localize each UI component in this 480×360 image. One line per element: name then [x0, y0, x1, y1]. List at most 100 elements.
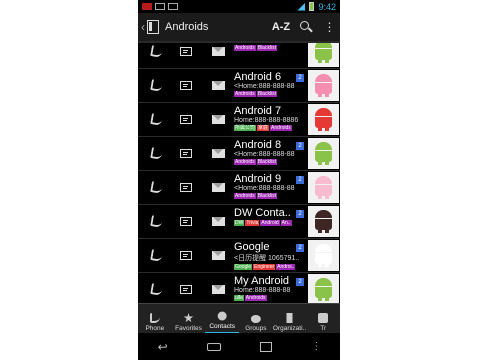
contact-number: <Home:888-888-88: [234, 83, 295, 90]
group-tag: Androids: [270, 125, 292, 131]
tab-bar: Phone Favorites Contacts Groups Organizati..…: [138, 303, 340, 334]
contact-info: Android 7 Home:888-888-8886 所属公司 家庭 Androids: [234, 103, 306, 136]
contact-photo[interactable]: [308, 138, 339, 169]
call-icon: [149, 249, 163, 262]
email-button[interactable]: [204, 69, 232, 102]
sms-button[interactable]: [172, 239, 200, 272]
app-icon[interactable]: [147, 20, 159, 34]
email-button[interactable]: [204, 273, 232, 303]
android-avatar-icon: [315, 43, 332, 64]
home-icon[interactable]: [206, 342, 221, 351]
sms-button[interactable]: [172, 205, 200, 238]
sms-button[interactable]: [172, 273, 200, 303]
email-button[interactable]: [204, 205, 232, 238]
email-icon: [211, 149, 225, 158]
contact-row[interactable]: <Home:888-888-88AndroidsBlacklist: [138, 43, 340, 69]
email-button[interactable]: [204, 171, 232, 204]
tab-groups[interactable]: Groups: [239, 304, 273, 334]
more-icon: [318, 313, 329, 323]
tab-tr[interactable]: Tr: [306, 304, 340, 334]
group-tag: 家庭: [257, 125, 270, 131]
call-button[interactable]: [142, 137, 170, 170]
call-button[interactable]: [142, 43, 170, 68]
signal-icon: [297, 2, 306, 11]
group-icon: [250, 315, 261, 323]
group-tag: Androids: [234, 193, 256, 199]
call-button[interactable]: [142, 205, 170, 238]
android-avatar-icon: [315, 278, 332, 302]
android-avatar-icon: [315, 142, 332, 166]
contact-photo[interactable]: [308, 104, 339, 135]
email-icon: [211, 47, 225, 56]
back-icon[interactable]: ↩: [158, 340, 168, 354]
sms-button[interactable]: [172, 171, 200, 204]
contact-photo[interactable]: [308, 43, 339, 67]
call-button[interactable]: [142, 239, 170, 272]
sms-icon: [180, 217, 192, 226]
contact-info: Google <日历提醒 1065791.. Google Engineer Andro…: [234, 239, 306, 272]
contact-tags: Androids Blacklist: [234, 45, 306, 51]
email-button[interactable]: [204, 239, 232, 272]
contact-photo[interactable]: [308, 70, 339, 101]
group-tag: Androids: [234, 159, 256, 165]
contact-photo[interactable]: [308, 172, 339, 203]
group-tag: Androids: [244, 295, 267, 301]
search-icon[interactable]: [294, 15, 318, 39]
action-bar: ‹ Androids A-Z ⋮: [138, 13, 340, 43]
tab-organizati[interactable]: Organizati..: [273, 304, 307, 334]
group-tag: Trivia: [245, 220, 260, 226]
sms-icon: [180, 81, 192, 90]
contact-number: <Home:888-888-88: [234, 43, 306, 44]
contact-row[interactable]: My Android Home:888-888-88 ulla Androids 2: [138, 273, 340, 303]
email-button[interactable]: [204, 137, 232, 170]
contact-row[interactable]: Android 9 <Home:888-888-88 Androids Blackli…: [138, 171, 340, 205]
tab-phone[interactable]: Phone: [138, 304, 172, 334]
group-tag: Androids: [234, 45, 256, 51]
tab-label: Contacts: [209, 323, 235, 330]
star-icon: [183, 313, 194, 323]
sms-button[interactable]: [172, 69, 200, 102]
contact-row[interactable]: Android 7 Home:888-888-8886 所属公司 家庭 Androids: [138, 103, 340, 137]
phone-icon: [149, 313, 160, 323]
email-icon: [211, 285, 225, 294]
sms-icon: [180, 285, 192, 294]
contact-tags: Androids Blacklist: [234, 159, 306, 165]
contact-row[interactable]: Google <日历提醒 1065791.. Google Engineer Andro…: [138, 239, 340, 273]
count-badge: 2: [296, 278, 304, 286]
recents-icon[interactable]: [260, 341, 273, 352]
contact-list[interactable]: <Home:888-888-88AndroidsBlacklistAndroid…: [138, 43, 340, 303]
tab-favorites[interactable]: Favorites: [172, 304, 206, 334]
notification-icon: [142, 3, 152, 10]
contact-row[interactable]: Android 6 <Home:888-888-88 Androids Blackli…: [138, 69, 340, 103]
contact-info: DW Conta.. DW Trivia Android An.. 2: [234, 205, 306, 238]
overflow-menu-icon[interactable]: ⋮: [318, 21, 340, 33]
count-badge: 2: [296, 244, 304, 252]
contact-number: <Home:888-888-88: [234, 151, 295, 158]
group-tag: Google: [234, 264, 253, 270]
call-button[interactable]: [142, 69, 170, 102]
sms-button[interactable]: [172, 103, 200, 136]
contact-photo[interactable]: [308, 240, 339, 271]
contact-row[interactable]: Android 8 <Home:888-888-88 Androids Blackli…: [138, 137, 340, 171]
contact-tags: Androids Blacklist: [234, 91, 306, 97]
email-button[interactable]: [204, 43, 232, 68]
menu-icon[interactable]: ⋮: [311, 342, 321, 352]
sms-button[interactable]: [172, 137, 200, 170]
contact-row[interactable]: DW Conta.. DW Trivia Android An.. 2: [138, 205, 340, 239]
call-button[interactable]: [142, 273, 170, 303]
email-button[interactable]: [204, 103, 232, 136]
call-icon: [149, 45, 163, 58]
call-button[interactable]: [142, 103, 170, 136]
tab-contacts[interactable]: Contacts: [205, 304, 240, 334]
contact-tags: Androids Blacklist: [234, 193, 306, 199]
group-tag: An..: [280, 220, 292, 226]
contact-photo[interactable]: [308, 274, 339, 303]
sms-button[interactable]: [172, 43, 200, 68]
contact-photo[interactable]: [308, 206, 339, 237]
email-icon: [211, 81, 225, 90]
up-arrow-icon[interactable]: ‹: [141, 20, 145, 34]
contact-number: <Home:888-888-88: [234, 185, 295, 192]
sort-az-button[interactable]: A-Z: [268, 21, 294, 33]
call-button[interactable]: [142, 171, 170, 204]
tab-label: Favorites: [175, 325, 202, 332]
